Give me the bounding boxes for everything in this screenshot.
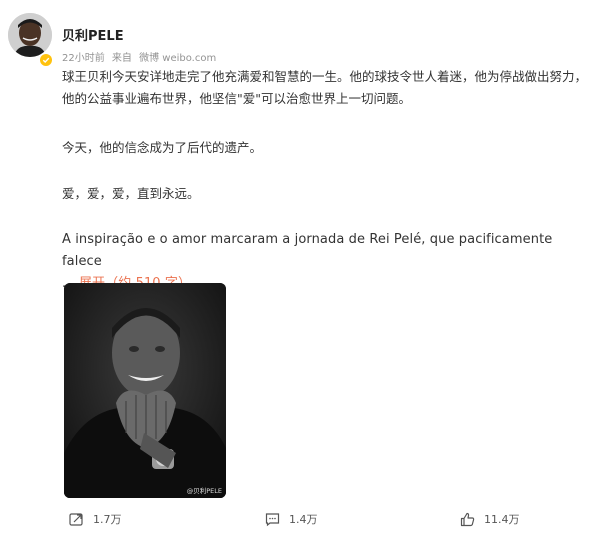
post-source[interactable]: 微博 weibo.com xyxy=(139,53,216,64)
like-count: 11.4万 xyxy=(484,513,520,526)
repost-icon xyxy=(69,512,83,526)
comment-count: 1.4万 xyxy=(289,513,318,526)
like-icon xyxy=(460,512,475,526)
comment-icon xyxy=(265,512,280,526)
repost-count: 1.7万 xyxy=(93,513,122,526)
repost-button[interactable]: 1.7万 xyxy=(69,506,122,532)
post-image[interactable]: @贝利PELE xyxy=(64,283,226,498)
comment-button[interactable]: 1.4万 xyxy=(265,506,318,532)
verified-badge-icon xyxy=(39,53,53,67)
username[interactable]: 贝利PELE xyxy=(62,25,124,44)
post-paragraph-3: 爱，爱，爱，直到永远。 xyxy=(62,186,200,201)
post-paragraph-2: 今天，他的信念成为了后代的遗产。 xyxy=(62,140,263,155)
image-watermark: @贝利PELE xyxy=(186,487,222,495)
avatar[interactable] xyxy=(8,13,52,57)
post-time[interactable]: 22小时前 xyxy=(62,53,105,64)
post-meta: 22小时前 来自 微博 weibo.com xyxy=(62,49,220,64)
source-prefix: 来自 xyxy=(111,53,132,64)
like-button[interactable]: 11.4万 xyxy=(460,506,520,532)
post-paragraph-4-text: A inspiração e o amor marcaram a jornada… xyxy=(62,232,553,269)
post-paragraph-1: 球王贝利今天安详地走完了他充满爱和智慧的一生。他的球技令世人着迷，他为停战做出努… xyxy=(62,69,588,106)
action-bar: 1.7万 1.4万 11.4万 xyxy=(0,506,600,532)
